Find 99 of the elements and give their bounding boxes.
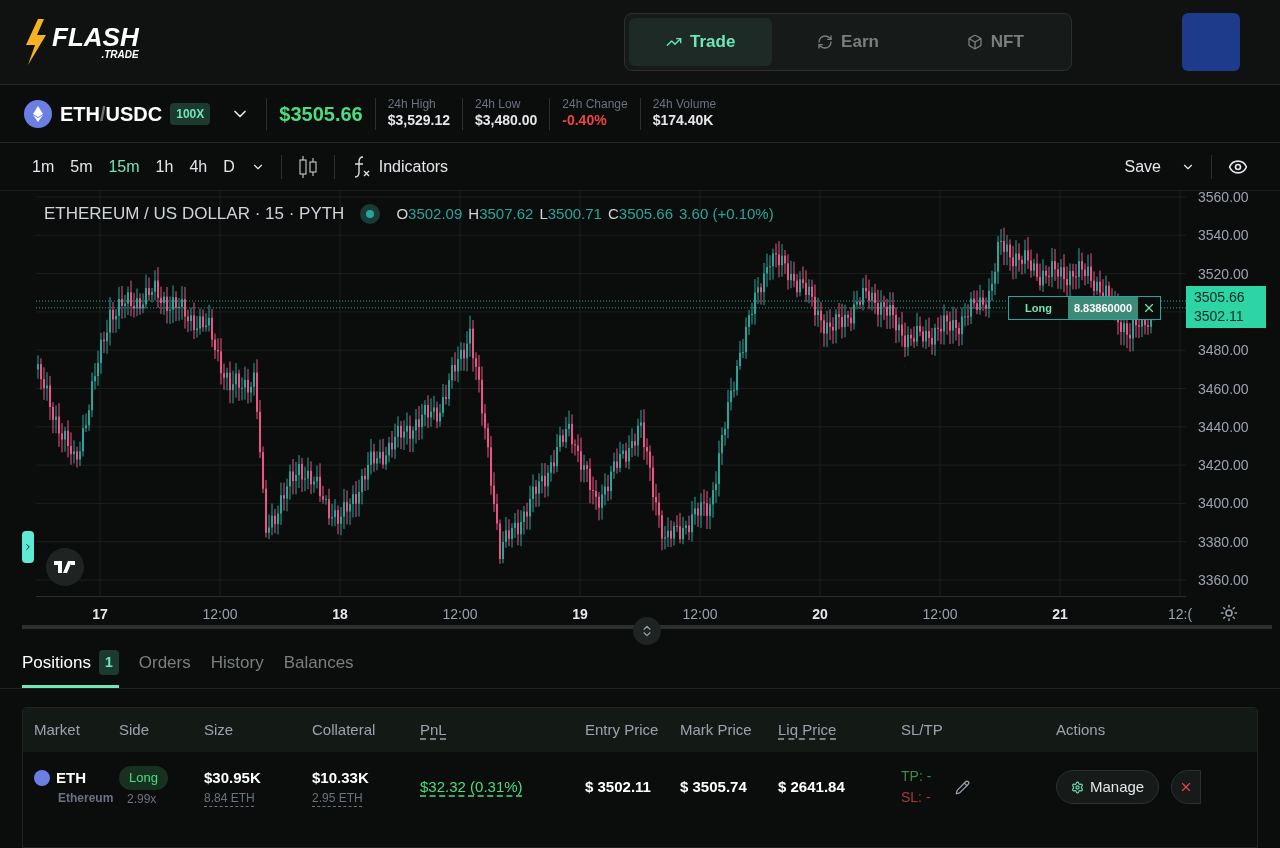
column-header: Market xyxy=(34,719,81,740)
ethereum-icon xyxy=(34,770,50,786)
price-axis-label: 3480.00 xyxy=(1198,340,1249,360)
column-header: Actions xyxy=(1056,719,1107,740)
time-axis-label: 17 xyxy=(92,605,108,624)
interval-button[interactable]: 5m xyxy=(70,154,93,179)
order-side: Long xyxy=(1024,300,1053,316)
stat-label: 24h Volume xyxy=(652,97,717,113)
interval-button[interactable]: 1m xyxy=(32,154,55,179)
market-name: Ethereum xyxy=(58,790,115,808)
positions-tab[interactable]: History xyxy=(210,640,264,688)
interval-button[interactable]: 4h xyxy=(189,154,208,179)
indicators-button[interactable]: Indicators xyxy=(378,154,449,179)
time-axis-label: 18 xyxy=(332,605,348,624)
time-axis-label: 20 xyxy=(812,605,828,624)
column-header: Collateral xyxy=(312,719,377,740)
price-change: 3.60 (+0.10%) xyxy=(679,203,774,224)
price-axis-label: 3540.00 xyxy=(1198,225,1249,245)
positions-tab[interactable]: Positions 1 xyxy=(22,640,119,688)
time-axis-label: 12:00 xyxy=(202,605,238,624)
nav-tab[interactable]: Earn xyxy=(776,18,920,66)
price-axis-label: 3360.00 xyxy=(1198,570,1249,590)
time-axis-label: 12:00 xyxy=(442,605,478,624)
ohlc-value: H3507.62 xyxy=(468,203,534,224)
price-axis-label: 3380.00 xyxy=(1198,532,1249,552)
stat-value: $174.40K xyxy=(652,112,715,130)
size-eth: 8.84 ETH xyxy=(204,790,255,808)
symbol-title: ETHEREUM / US DOLLAR · 15 · PYTH xyxy=(44,203,345,225)
stat-label: 24h Change xyxy=(562,97,628,113)
candles-icon[interactable] xyxy=(297,155,318,178)
side-badge: Long xyxy=(119,766,168,790)
time-axis-label: 12:( xyxy=(1167,605,1193,624)
settings-icon[interactable] xyxy=(1220,604,1238,622)
size-value: $30.95K xyxy=(204,767,261,788)
pair-name: ETH/USDC xyxy=(60,101,163,127)
time-axis-label: 12:00 xyxy=(922,605,958,624)
price-axis-label: 3520.00 xyxy=(1198,264,1249,284)
stat-label: 24h High xyxy=(387,97,437,113)
time-axis-label: 21 xyxy=(1052,605,1068,624)
stat-value: $3,480.00 xyxy=(475,112,538,130)
close-icon[interactable] xyxy=(1142,301,1156,315)
stat-value: $3,529.12 xyxy=(387,112,450,130)
positions-tab[interactable]: Orders xyxy=(138,640,191,688)
column-header: Entry Price xyxy=(585,719,660,740)
stop-loss: SL: - xyxy=(901,788,932,807)
cube-icon xyxy=(966,34,983,50)
order-amount: 8.83860000 xyxy=(1067,297,1138,319)
settings-icon xyxy=(1071,780,1084,794)
time-axis-label: 19 xyxy=(572,605,588,624)
interval-button[interactable]: 15m xyxy=(108,154,140,179)
liq-price: $ 2641.84 xyxy=(778,776,846,797)
stat-label: 24h Low xyxy=(475,97,522,113)
price-axis-label: 3560.00 xyxy=(1198,187,1249,207)
take-profit: TP: - xyxy=(901,767,932,786)
positions-tab[interactable]: Balances xyxy=(283,640,354,688)
lightning-logo-icon xyxy=(24,19,48,65)
column-header: Liq Price xyxy=(778,719,837,740)
panel-toggle[interactable] xyxy=(22,531,34,563)
stat-value: -0.40% xyxy=(562,112,608,130)
column-header: Side xyxy=(119,719,151,740)
count-badge: 1 xyxy=(99,650,119,675)
nav-tab[interactable]: NFT xyxy=(923,18,1067,66)
price-tag-value: 3505.66 xyxy=(1194,288,1246,307)
leverage-badge: 100X xyxy=(170,102,211,125)
ohlc-value: O3502.09 xyxy=(396,203,463,224)
price-axis-label: 3460.00 xyxy=(1198,379,1249,398)
ohlc-value: L3500.71 xyxy=(539,203,602,224)
ohlc-value: C3505.66 xyxy=(607,203,674,224)
mark-price: $ 3505.74 xyxy=(680,776,748,797)
logo-wordmark: FLASH xyxy=(52,24,139,50)
manage-button[interactable]: Manage xyxy=(1056,770,1160,804)
save-button[interactable]: Save xyxy=(1124,154,1161,179)
logo-subtitle: .TRADE xyxy=(101,50,139,60)
chevron-right-icon xyxy=(23,542,33,552)
current-price: $3505.66 xyxy=(279,101,363,127)
price-axis-label: 3400.00 xyxy=(1198,493,1249,513)
column-header: Mark Price xyxy=(680,719,753,740)
leverage-value: 2.99x xyxy=(127,790,157,808)
price-tag-value: 3502.11 xyxy=(1194,307,1245,326)
collateral-eth: 2.95 ETH xyxy=(312,790,363,808)
price-axis-label: 3440.00 xyxy=(1198,417,1249,437)
ethereum-icon xyxy=(24,99,52,128)
nav-tab[interactable]: Trade xyxy=(629,18,773,66)
edit-icon[interactable] xyxy=(955,779,971,795)
resize-handle[interactable] xyxy=(633,617,661,645)
market-symbol: ETH xyxy=(56,767,86,788)
time-axis-label: 12:00 xyxy=(682,605,718,624)
order-line-label[interactable]: Long 8.83860000 xyxy=(1008,296,1161,320)
column-header: PnL xyxy=(420,719,447,740)
interval-button[interactable]: 1h xyxy=(155,154,174,179)
cycle-icon xyxy=(817,34,834,50)
pnl-value: $32.32 (0.31%) xyxy=(420,776,523,797)
collateral-value: $10.33K xyxy=(312,767,369,788)
column-header: SL/TP xyxy=(901,719,944,740)
live-status-icon xyxy=(360,203,381,224)
column-header: Size xyxy=(204,719,235,740)
entry-price: $ 3502.11 xyxy=(585,776,652,797)
price-axis-label: 3420.00 xyxy=(1198,455,1249,475)
interval-button[interactable]: D xyxy=(223,154,235,179)
